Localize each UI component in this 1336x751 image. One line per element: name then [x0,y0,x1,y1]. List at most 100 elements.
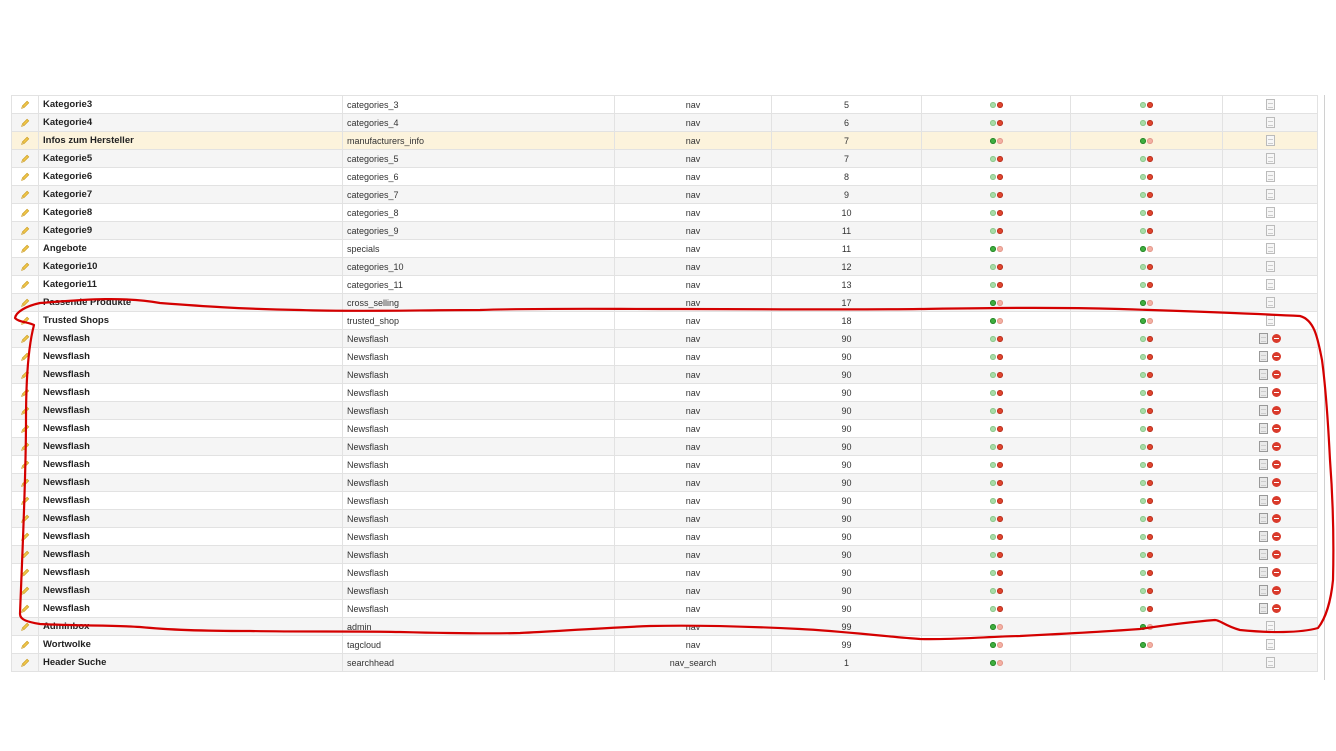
status-active-icon[interactable] [989,300,996,307]
status-active-icon[interactable] [1140,138,1146,145]
status-toggle-2[interactable] [1070,473,1223,492]
status-inactive-icon[interactable] [1147,624,1153,631]
status-active-icon[interactable] [1140,174,1146,181]
row-actions[interactable] [1222,527,1318,546]
row-actions[interactable] [1222,401,1318,420]
status-inactive-icon[interactable] [1147,336,1153,343]
status-inactive-icon[interactable] [1147,282,1153,289]
status-toggle-1[interactable] [921,113,1071,132]
status-active-icon[interactable] [989,642,996,649]
table-row[interactable]: Passende Produkte cross_selling nav 17 [11,293,1318,312]
status-toggle-2[interactable] [1070,419,1223,438]
status-inactive-icon[interactable] [1147,210,1153,217]
status-active-icon[interactable] [989,156,996,163]
table-row[interactable]: Newsflash Newsflash nav 90 [11,329,1318,348]
status-inactive-icon[interactable] [996,192,1003,199]
delete-icon[interactable] [1272,352,1281,362]
status-active-icon[interactable] [989,282,996,289]
row-actions[interactable] [1222,653,1318,672]
table-row[interactable]: Header Suche searchhead nav_search 1 [11,653,1318,672]
status-inactive-icon[interactable] [1147,570,1153,577]
status-inactive-icon[interactable] [996,372,1003,379]
table-row[interactable]: Wortwolke tagcloud nav 99 [11,635,1318,654]
status-toggle-1[interactable] [921,437,1071,456]
edit-cell[interactable] [11,581,39,600]
pencil-edit-icon[interactable] [20,639,30,649]
document-icon[interactable] [1259,531,1268,543]
status-inactive-icon[interactable] [1147,318,1153,325]
status-active-icon[interactable] [1140,336,1146,343]
status-toggle-2[interactable] [1070,383,1223,402]
pencil-edit-icon[interactable] [20,369,30,379]
status-inactive-icon[interactable] [996,534,1003,541]
document-icon[interactable] [1259,351,1268,363]
status-inactive-icon[interactable] [996,174,1003,181]
document-icon[interactable] [1259,477,1268,489]
status-inactive-icon[interactable] [996,606,1003,613]
status-toggle-2[interactable] [1070,347,1223,366]
status-toggle-1[interactable] [921,95,1071,114]
row-actions[interactable] [1222,509,1318,528]
edit-cell[interactable] [11,527,39,546]
table-row[interactable]: Newsflash Newsflash nav 90 [11,401,1318,420]
status-active-icon[interactable] [1140,426,1146,433]
table-row[interactable]: Kategorie11 categories_11 nav 13 [11,275,1318,294]
status-active-icon[interactable] [989,102,996,109]
pencil-edit-icon[interactable] [20,99,30,109]
status-active-icon[interactable] [989,138,996,145]
status-toggle-1[interactable] [921,329,1071,348]
status-inactive-icon[interactable] [1147,552,1153,559]
status-active-icon[interactable] [1140,300,1146,307]
status-toggle-2[interactable] [1070,617,1223,636]
status-active-icon[interactable] [1140,516,1146,523]
status-toggle-2[interactable] [1070,239,1223,258]
row-actions[interactable] [1222,149,1318,168]
status-active-icon[interactable] [989,354,996,361]
table-row[interactable]: Newsflash Newsflash nav 90 [11,491,1318,510]
status-toggle-1[interactable] [921,149,1071,168]
table-row[interactable]: Infos zum Hersteller manufacturers_info na… [11,131,1318,150]
row-actions[interactable] [1222,131,1318,150]
status-active-icon[interactable] [1140,102,1146,109]
status-toggle-2[interactable] [1070,563,1223,582]
scrollbar-track[interactable] [1324,95,1325,680]
status-inactive-icon[interactable] [1147,534,1153,541]
status-toggle-1[interactable] [921,617,1071,636]
delete-icon[interactable] [1272,370,1281,380]
row-actions[interactable] [1222,563,1318,582]
status-toggle-1[interactable] [921,347,1071,366]
status-toggle-2[interactable] [1070,257,1223,276]
status-inactive-icon[interactable] [1147,354,1153,361]
status-active-icon[interactable] [989,246,996,253]
document-icon[interactable] [1265,315,1275,327]
status-toggle-1[interactable] [921,275,1071,294]
status-inactive-icon[interactable] [996,624,1003,631]
delete-icon[interactable] [1272,334,1281,344]
status-inactive-icon[interactable] [1147,138,1153,145]
status-inactive-icon[interactable] [1147,588,1153,595]
status-active-icon[interactable] [989,480,996,487]
status-inactive-icon[interactable] [996,318,1003,325]
status-inactive-icon[interactable] [1147,642,1153,649]
table-row[interactable]: Kategorie3 categories_3 nav 5 [11,95,1318,114]
row-actions[interactable] [1222,635,1318,654]
row-actions[interactable] [1222,275,1318,294]
document-icon[interactable] [1265,639,1275,651]
status-inactive-icon[interactable] [1147,120,1153,127]
table-row[interactable]: Kategorie4 categories_4 nav 6 [11,113,1318,132]
row-actions[interactable] [1222,581,1318,600]
status-active-icon[interactable] [1140,264,1146,271]
row-actions[interactable] [1222,95,1318,114]
delete-icon[interactable] [1272,496,1281,506]
edit-cell[interactable] [11,257,39,276]
status-inactive-icon[interactable] [1147,426,1153,433]
status-active-icon[interactable] [1140,498,1146,505]
edit-cell[interactable] [11,203,39,222]
row-actions[interactable] [1222,455,1318,474]
row-actions[interactable] [1222,311,1318,330]
status-inactive-icon[interactable] [1147,462,1153,469]
document-icon[interactable] [1259,495,1268,507]
status-active-icon[interactable] [1140,156,1146,163]
edit-cell[interactable] [11,401,39,420]
status-toggle-1[interactable] [921,131,1071,150]
